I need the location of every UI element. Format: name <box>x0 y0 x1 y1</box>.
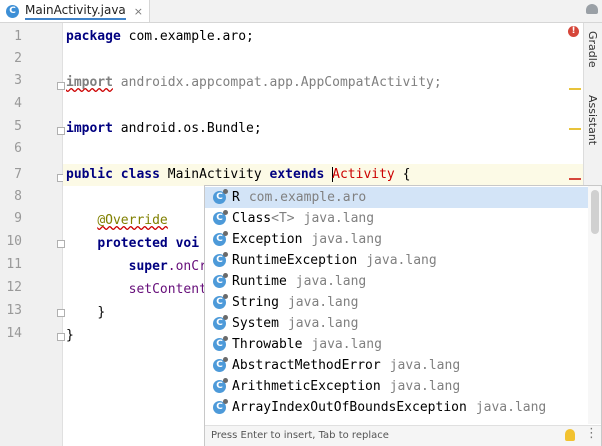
completion-item[interactable]: C RuntimeException java.lang <box>205 250 588 271</box>
completion-item-generic: <T> <box>271 211 295 226</box>
error-indicator-icon[interactable]: ! <box>568 26 579 37</box>
completion-item-name: Runtime <box>232 274 287 289</box>
completion-item-package: java.lang <box>366 253 437 268</box>
completion-item[interactable]: C ArithmeticException java.lang <box>205 376 588 397</box>
power-save-icon[interactable] <box>586 4 598 14</box>
java-class-icon: C <box>213 252 228 267</box>
completion-item[interactable]: C Runtime java.lang <box>205 271 588 292</box>
completion-item[interactable]: C String java.lang <box>205 292 588 313</box>
completion-item-package: java.lang <box>475 400 547 415</box>
completion-item-package: java.lang <box>287 295 359 310</box>
completion-item-name: Class <box>232 211 272 226</box>
completion-item-name: AbstractMethodError <box>232 358 381 373</box>
completion-item-package: com.example.aro <box>248 190 367 205</box>
completion-item-package: java.lang <box>295 274 367 289</box>
warning-stripe[interactable] <box>569 88 581 90</box>
completion-item-name: Throwable <box>232 337 303 352</box>
java-class-icon: C <box>213 315 228 330</box>
tab-label: MainActivity.java <box>25 3 126 20</box>
line-number: 9 <box>14 211 22 226</box>
tab-main-activity[interactable]: C MainActivity.java × <box>0 0 150 22</box>
code-line-11: super.onCr <box>128 259 207 274</box>
completion-item-name: RuntimeException <box>232 253 358 268</box>
code-line-13: } <box>97 305 106 320</box>
completion-item-package: java.lang <box>311 232 382 247</box>
assistant-tool-button[interactable]: Assistant <box>586 95 599 145</box>
completion-item-package: java.lang <box>389 358 461 373</box>
line-number: 12 <box>6 280 22 295</box>
java-class-icon: C <box>213 357 228 372</box>
error-stripe[interactable] <box>569 178 581 180</box>
java-class-icon: C <box>213 231 228 246</box>
completion-item-name: System <box>232 316 279 331</box>
completion-item-name: ArrayIndexOutOfBoundsException <box>232 400 467 415</box>
popup-footer: Press Enter to insert, Tab to replace ⋮ <box>205 425 601 446</box>
code-completion-popup[interactable]: C Rcom.example.aro C Class <T> java.lang C Exce… <box>204 185 602 446</box>
completion-item-package: java.lang <box>311 337 382 352</box>
completion-hint: Press Enter to insert, Tab to replace <box>211 430 389 441</box>
warning-stripe[interactable] <box>569 128 581 130</box>
line-number: 5 <box>14 119 22 134</box>
completion-item-package: java.lang <box>389 379 461 394</box>
completion-item-name: ArithmeticException <box>232 379 381 394</box>
line-number-gutter: 1 2 3 4 5 6 7 8 9 10 11 12 13 14 <box>0 23 65 446</box>
java-class-icon: C <box>213 189 228 204</box>
completion-item-name: R <box>232 190 240 205</box>
java-class-icon: C <box>213 210 228 225</box>
line-number: 14 <box>6 326 22 341</box>
java-class-icon: C <box>213 273 228 288</box>
code-line-9: @Override <box>97 213 168 228</box>
completion-item[interactable]: C AbstractMethodError java.lang <box>205 355 588 376</box>
line-number: 13 <box>6 303 22 318</box>
java-class-icon: C <box>213 294 228 309</box>
popup-scrollbar[interactable] <box>588 186 601 424</box>
code-line-3: import androidx.appcompat.app.AppCompatA… <box>66 75 442 90</box>
close-icon[interactable]: × <box>134 5 143 18</box>
completion-item[interactable]: C Rcom.example.aro <box>205 187 588 208</box>
completion-item-package: java.lang <box>303 211 375 226</box>
java-class-icon: C <box>213 399 228 414</box>
completion-item[interactable]: C Exception java.lang <box>205 229 588 250</box>
completion-item[interactable]: C Class <T> java.lang <box>205 208 588 229</box>
code-line-14: } <box>66 328 74 343</box>
code-line-5: import android.os.Bundle; <box>66 121 262 136</box>
line-number: 8 <box>14 189 22 204</box>
code-line-12: setContent <box>128 282 207 297</box>
completion-item[interactable]: C Throwable java.lang <box>205 334 588 355</box>
line-number: 6 <box>14 141 22 156</box>
completion-item-name: Exception <box>232 232 303 247</box>
scrollbar-thumb[interactable] <box>591 190 599 234</box>
code-line-7: public class MainActivity extends Activi… <box>66 167 411 182</box>
editor-tab-bar: C MainActivity.java × <box>0 0 602 23</box>
line-number: 2 <box>14 51 22 66</box>
code-line-1: package com.example.aro; <box>66 29 254 44</box>
completion-item-package: java.lang <box>287 316 359 331</box>
completion-item[interactable]: C ArrayIndexOutOfBoundsException java.lang <box>205 397 588 418</box>
line-number: 10 <box>6 234 22 249</box>
gradle-tool-button[interactable]: Gradle <box>586 31 599 68</box>
lightbulb-icon[interactable] <box>565 429 575 441</box>
java-class-icon: C <box>6 4 19 18</box>
line-number: 1 <box>14 29 22 44</box>
java-class-icon: C <box>213 336 228 351</box>
line-number: 7 <box>14 167 22 182</box>
more-options-icon[interactable]: ⋮ <box>585 426 598 441</box>
code-line-10: protected voi <box>97 236 200 251</box>
line-number: 4 <box>14 96 22 111</box>
line-number: 11 <box>6 257 22 272</box>
line-number: 3 <box>14 73 22 88</box>
completion-item-name: String <box>232 295 279 310</box>
completion-item[interactable]: C System java.lang <box>205 313 588 334</box>
java-class-icon: C <box>213 378 228 393</box>
